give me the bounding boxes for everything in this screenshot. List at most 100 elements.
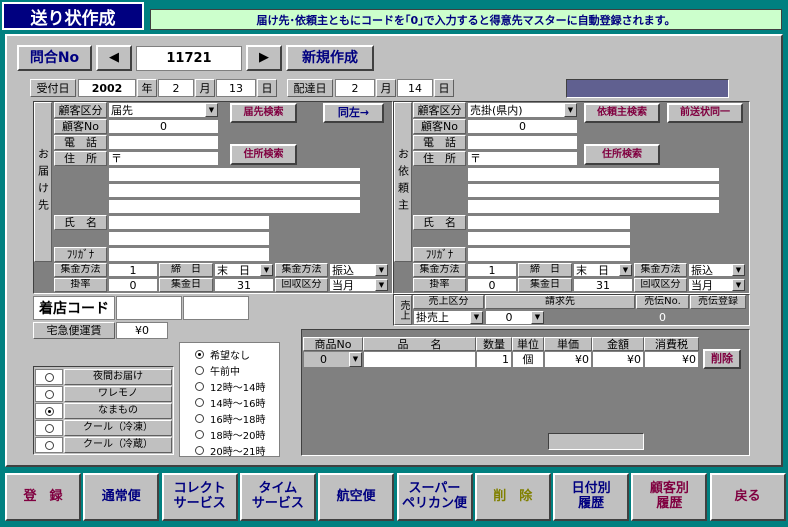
radio-button[interactable]: [35, 386, 63, 402]
delivery-type-option[interactable]: ワレモノ: [35, 386, 172, 402]
air-delivery-button[interactable]: 航空便: [318, 473, 395, 521]
dest-zip-field[interactable]: 〒: [108, 151, 219, 166]
client-search-button[interactable]: 依頼主検索: [584, 103, 660, 123]
dest-kaishu-select[interactable]: 当月 ▼: [329, 278, 389, 292]
client-name-field2[interactable]: [467, 231, 631, 246]
history-by-date-button[interactable]: 日付別 履歴: [553, 473, 630, 521]
delivery-type-option[interactable]: クール（冷凍）: [35, 420, 172, 436]
chevron-down-icon[interactable]: ▼: [732, 279, 745, 291]
seikyu-select[interactable]: 0 ▼: [485, 310, 545, 325]
item-tax-field[interactable]: ¥0: [644, 351, 699, 368]
copy-left-button[interactable]: 同左→: [323, 103, 384, 123]
client-name-field[interactable]: [467, 215, 631, 230]
chevron-down-icon[interactable]: ▼: [205, 103, 218, 117]
time-slot-option[interactable]: 16時～18時: [195, 411, 265, 426]
client-addr-line1[interactable]: [467, 167, 720, 182]
chevron-down-icon[interactable]: ▼: [260, 264, 273, 276]
delivery-type-option[interactable]: なまもの: [35, 403, 172, 419]
dest-shukinbi-field[interactable]: 31: [214, 278, 274, 292]
client-shukin-field[interactable]: 1: [467, 263, 517, 277]
dest-kana-field[interactable]: [108, 247, 270, 262]
dest-kake-field[interactable]: 0: [108, 278, 158, 292]
client-shime-select[interactable]: 末 日 ▼: [573, 263, 633, 277]
dest-shukin-field[interactable]: 1: [108, 263, 158, 277]
client-addr-line2[interactable]: [467, 183, 720, 198]
time-slot-option[interactable]: 午前中: [195, 363, 240, 378]
dest-kokyaku-select[interactable]: 届先 ▼: [108, 102, 219, 118]
client-shukinbi-field[interactable]: 31: [573, 278, 633, 292]
time-service-button[interactable]: タイム サービス: [239, 473, 316, 521]
chevron-down-icon[interactable]: ▼: [470, 311, 483, 324]
time-slot-option[interactable]: 18時～20時: [195, 427, 265, 442]
time-slot-option[interactable]: 14時～16時: [195, 395, 265, 410]
client-kaishu-select[interactable]: 当月 ▼: [688, 278, 746, 292]
chevron-down-icon[interactable]: ▼: [531, 311, 544, 324]
dest-addr-line3[interactable]: [108, 199, 361, 214]
dest-shukin2-select[interactable]: 振込 ▼: [329, 263, 389, 277]
dest-addr-line2[interactable]: [108, 183, 361, 198]
receipt-day-field[interactable]: 13: [216, 79, 256, 97]
prev-invoice-button[interactable]: 前送状同一: [667, 103, 743, 123]
back-button[interactable]: 戻る: [709, 473, 786, 521]
dest-shime-select[interactable]: 末 日 ▼: [214, 263, 274, 277]
dest-side-label: お届け先: [34, 102, 52, 262]
store-code-field2[interactable]: [183, 296, 249, 320]
delivery-day-field[interactable]: 14: [397, 79, 433, 97]
radio-button[interactable]: [35, 420, 63, 436]
radio-button[interactable]: [35, 403, 63, 419]
receipt-year-field[interactable]: 2002: [78, 79, 136, 97]
next-record-button[interactable]: ▶: [246, 45, 282, 71]
client-kana-field[interactable]: [467, 247, 631, 262]
client-kokyaku-select[interactable]: 売掛(県内) ▼: [467, 102, 578, 118]
client-zip-field[interactable]: 〒: [467, 151, 578, 166]
chevron-down-icon[interactable]: ▼: [375, 279, 388, 291]
chevron-down-icon[interactable]: ▼: [349, 352, 362, 367]
delete-row-button[interactable]: 削除: [703, 349, 741, 369]
receipt-month-field[interactable]: 2: [158, 79, 194, 97]
item-no-select[interactable]: 0 ▼: [303, 351, 363, 368]
collect-service-button[interactable]: コレクト サービス: [161, 473, 238, 521]
delivery-type-option[interactable]: クール（冷蔵）: [35, 437, 172, 453]
dest-name-field2[interactable]: [108, 231, 270, 246]
radio-button[interactable]: [35, 437, 63, 453]
dest-search-button[interactable]: 届先検索: [230, 103, 297, 123]
sales-kubun-select[interactable]: 掛売上 ▼: [413, 310, 484, 325]
dest-addr-line1[interactable]: [108, 167, 361, 182]
delivery-month-field[interactable]: 2: [335, 79, 375, 97]
chevron-down-icon[interactable]: ▼: [564, 103, 577, 117]
store-code-field1[interactable]: [116, 296, 182, 320]
time-slot-option[interactable]: 希望なし: [195, 347, 250, 362]
fare-field[interactable]: ¥0: [116, 322, 168, 339]
item-amount-field[interactable]: ¥0: [592, 351, 644, 368]
register-button[interactable]: 登 録: [5, 473, 81, 521]
item-unit-field[interactable]: 個: [512, 351, 544, 368]
chevron-down-icon[interactable]: ▼: [375, 264, 388, 276]
item-price-field[interactable]: ¥0: [544, 351, 592, 368]
time-slot-option[interactable]: 12時～14時: [195, 379, 265, 394]
client-addr-search-button[interactable]: 住所検索: [584, 144, 660, 165]
dest-no-field[interactable]: 0: [108, 119, 219, 134]
client-no-field[interactable]: 0: [467, 119, 578, 134]
chevron-down-icon[interactable]: ▼: [732, 264, 745, 276]
prev-record-button[interactable]: ◀: [96, 45, 132, 71]
client-kake-field[interactable]: 0: [467, 278, 517, 292]
history-by-customer-button[interactable]: 顧客別 履歴: [631, 473, 708, 521]
client-addr-line3[interactable]: [467, 199, 720, 214]
chevron-down-icon[interactable]: ▼: [619, 264, 632, 276]
super-pelican-button[interactable]: スーパー ペリカン便: [396, 473, 473, 521]
item-qty-field[interactable]: 1: [476, 351, 512, 368]
dest-tel-field[interactable]: [108, 135, 219, 150]
client-shukin2-select[interactable]: 振込 ▼: [688, 263, 746, 277]
time-slot-option[interactable]: 20時～21時: [195, 443, 265, 458]
record-number-field[interactable]: 11721: [136, 46, 242, 71]
new-record-button[interactable]: 新規作成: [286, 45, 374, 71]
delivery-type-option[interactable]: 夜間お届け: [35, 369, 172, 385]
delete-button[interactable]: 削 除: [474, 473, 551, 521]
normal-delivery-button[interactable]: 通常便: [83, 473, 160, 521]
client-tel-field[interactable]: [467, 135, 578, 150]
dest-name-field[interactable]: [108, 215, 270, 230]
item-name-field[interactable]: [363, 351, 476, 368]
toiawase-button[interactable]: 問合No: [17, 45, 92, 71]
dest-addr-search-button[interactable]: 住所検索: [230, 144, 297, 165]
radio-button[interactable]: [35, 369, 63, 385]
